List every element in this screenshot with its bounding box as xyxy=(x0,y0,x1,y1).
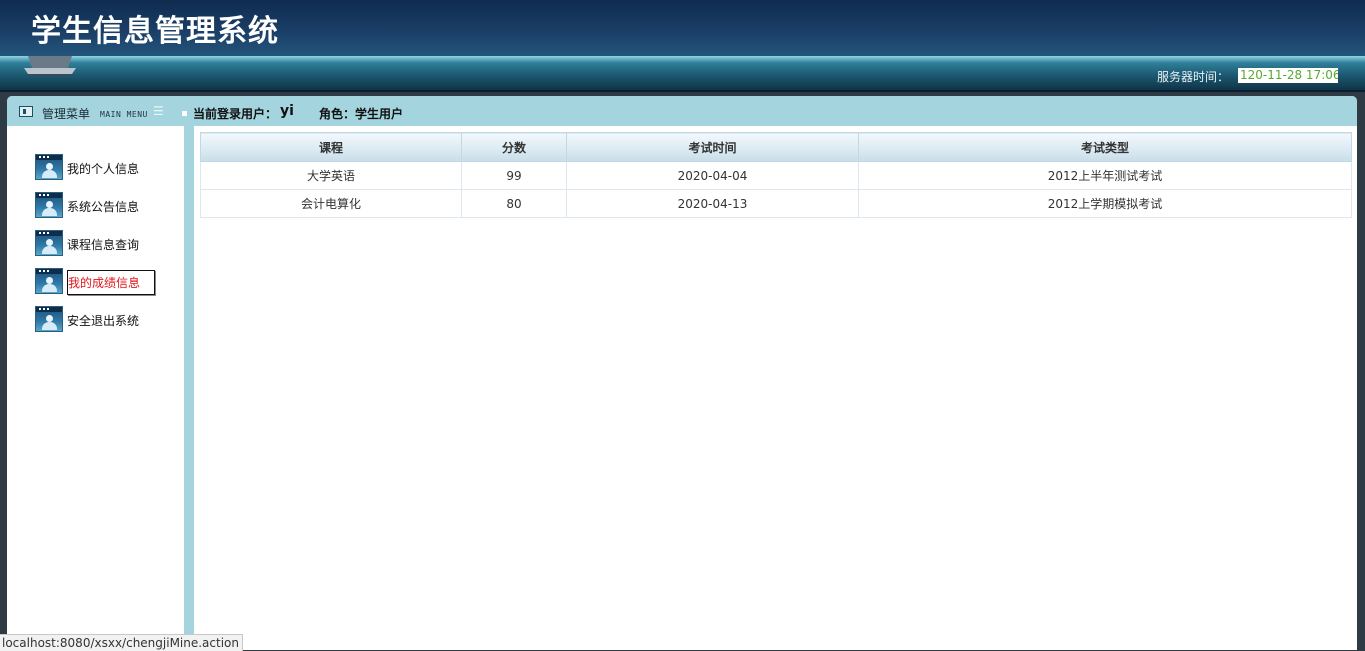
menu-panel-icon xyxy=(19,106,33,117)
sidebar-item-my-info[interactable]: 我的个人信息 xyxy=(35,154,165,182)
table-header-row: 课程 分数 考试时间 考试类型 xyxy=(200,132,1352,162)
cell-course: 大学英语 xyxy=(200,161,462,190)
sidebar-item-label[interactable]: 我的个人信息 xyxy=(67,160,139,177)
user-icon xyxy=(35,306,63,332)
user-icon xyxy=(35,154,63,180)
sidebar-item-label[interactable]: 课程信息查询 xyxy=(67,236,139,253)
column-header-score: 分数 xyxy=(461,132,567,162)
sidebar-item-label[interactable]: 系统公告信息 xyxy=(67,198,139,215)
sidebar-divider[interactable] xyxy=(184,126,194,650)
table-row: 大学英语 99 2020-04-04 2012上半年测试考试 xyxy=(200,161,1352,190)
menu-bar: 管理菜单 MAIN MENU ☰ 当前登录用户： yi 角色：学生用户 xyxy=(7,96,1357,126)
menu-title: 管理菜单 xyxy=(42,107,91,121)
table-row: 会计电算化 80 2020-04-13 2012上学期模拟考试 xyxy=(200,189,1352,218)
menu-title-en: MAIN MENU xyxy=(100,110,148,119)
current-user-value: yi xyxy=(280,103,294,119)
cell-exam-type: 2012上半年测试考试 xyxy=(858,161,1352,190)
sidebar-item-label[interactable]: 安全退出系统 xyxy=(67,312,139,329)
user-icon xyxy=(35,192,63,218)
cell-exam-time: 2020-04-13 xyxy=(566,189,859,218)
cell-exam-type: 2012上学期模拟考试 xyxy=(858,189,1352,218)
menu-lines-icon[interactable]: ☰ xyxy=(153,105,164,117)
sidebar-item-announcements[interactable]: 系统公告信息 xyxy=(35,192,165,220)
scores-table: 课程 分数 考试时间 考试类型 大学英语 99 2020-04-04 2012上… xyxy=(200,132,1352,218)
server-time-label: 服务器时间： xyxy=(1156,70,1229,84)
header-subbar: 服务器时间： 120-11-28 17:06:1 xyxy=(0,56,1365,92)
monitor-icon xyxy=(24,56,76,76)
sidebar: 我的个人信息 系统公告信息 课程信息查询 我的成绩信息 安全退出系统 xyxy=(7,126,184,650)
server-time-value: 120-11-28 17:06:1 xyxy=(1238,68,1338,83)
cell-score: 99 xyxy=(461,161,567,190)
sidebar-item-label[interactable]: 我的成绩信息 xyxy=(67,270,156,295)
cell-score: 80 xyxy=(461,189,567,218)
column-header-exam-time: 考试时间 xyxy=(566,132,859,162)
content-area: 课程 分数 考试时间 考试类型 大学英语 99 2020-04-04 2012上… xyxy=(200,132,1352,218)
cell-exam-time: 2020-04-04 xyxy=(566,161,859,190)
bullet-icon xyxy=(182,111,187,116)
column-header-course: 课程 xyxy=(200,132,462,162)
status-bar-url: localhost:8080/xsxx/chengjiMine.action xyxy=(0,634,243,651)
main-frame: 管理菜单 MAIN MENU ☰ 当前登录用户： yi 角色：学生用户 我的个人… xyxy=(7,96,1357,650)
sidebar-item-my-scores[interactable]: 我的成绩信息 xyxy=(35,268,165,296)
current-user-label: 当前登录用户： xyxy=(193,107,278,121)
sidebar-item-course-query[interactable]: 课程信息查询 xyxy=(35,230,165,258)
cell-course: 会计电算化 xyxy=(200,189,462,218)
sidebar-item-logout[interactable]: 安全退出系统 xyxy=(35,306,165,334)
column-header-exam-type: 考试类型 xyxy=(858,132,1352,162)
role-label: 角色：学生用户 xyxy=(319,107,404,121)
user-icon xyxy=(35,268,63,294)
app-title: 学生信息管理系统 xyxy=(31,14,279,49)
user-icon xyxy=(35,230,63,256)
app-header: 学生信息管理系统 xyxy=(0,0,1365,56)
